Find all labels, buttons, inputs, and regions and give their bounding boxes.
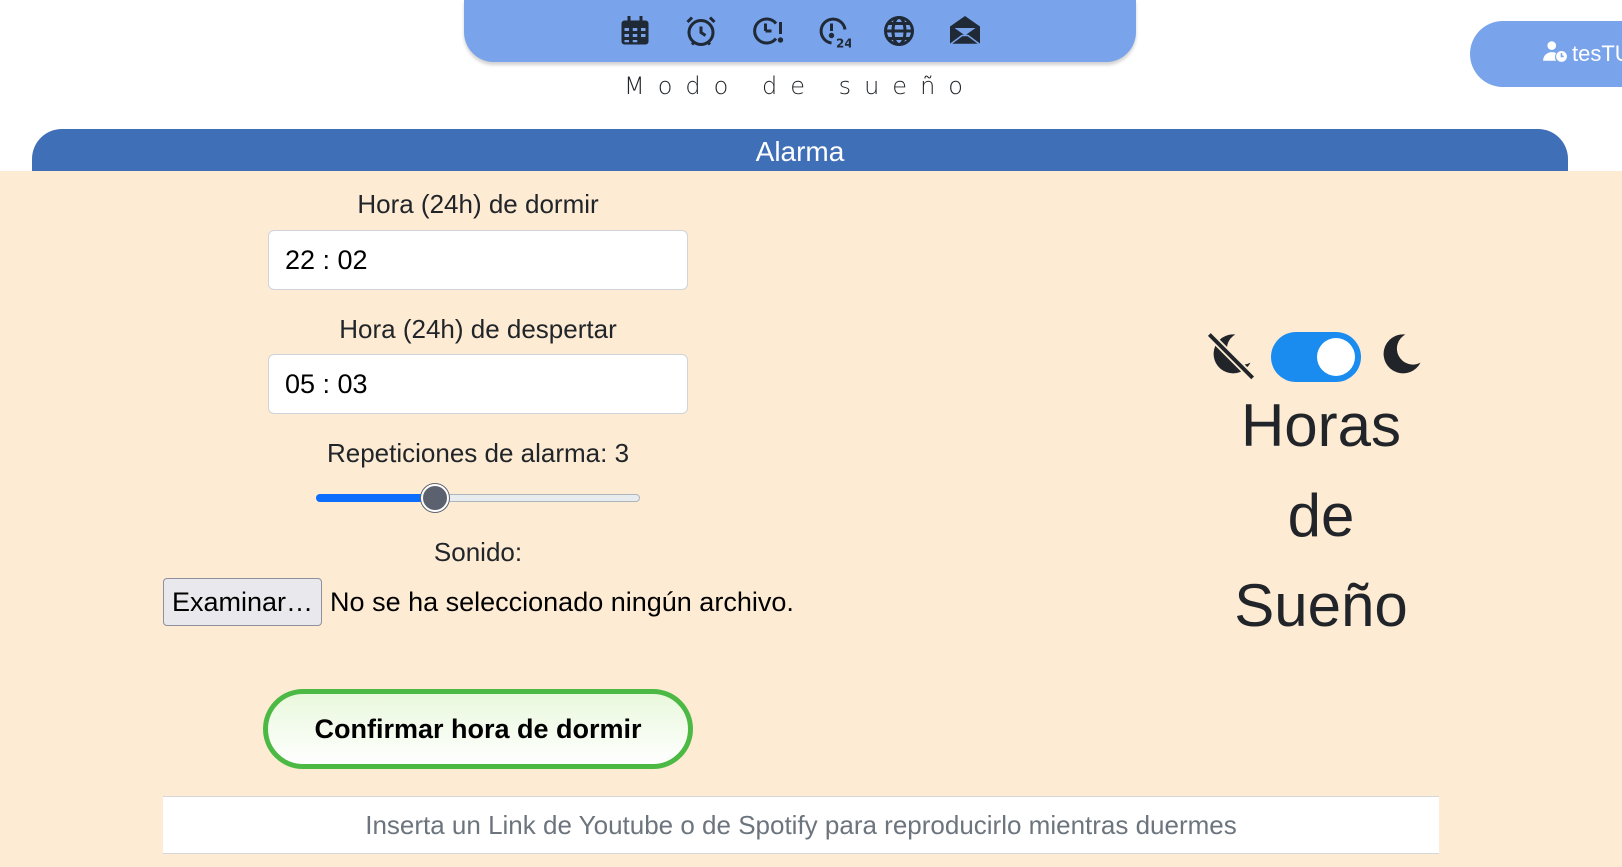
moon-icon <box>1375 328 1427 385</box>
wake-time-label: Hora (24h) de despertar <box>339 314 617 344</box>
sleep-mode-toggle-row <box>1205 328 1427 385</box>
sleep-hours-title-line2: de <box>1287 482 1355 549</box>
sleep-mode-toggle[interactable] <box>1271 331 1361 382</box>
clock-24-icon[interactable]: 24 <box>814 12 852 50</box>
section-header-alarma: Alarma <box>32 129 1568 171</box>
music-link-input[interactable]: Inserta un Link de Youtube o de Spotify … <box>163 796 1439 854</box>
sleep-time-label: Hora (24h) de dormir <box>357 189 599 219</box>
clock-alert-icon[interactable] <box>748 12 786 50</box>
browse-file-button[interactable]: Examinar… <box>163 578 323 626</box>
repetitions-slider-fill <box>316 494 436 502</box>
calendar-icon[interactable] <box>616 12 654 50</box>
sound-file-picker: Examinar… No se ha seleccionado ningún a… <box>163 578 794 626</box>
user-name: tesTU <box>1572 41 1622 66</box>
confirm-sleep-time-button[interactable]: Confirmar hora de dormir <box>263 689 693 769</box>
globe-icon[interactable] <box>880 12 918 50</box>
repetitions-label: Repeticiones de alarma: 3 <box>326 438 630 468</box>
user-clock-icon <box>1542 38 1572 70</box>
alarm-panel: Hora (24h) de dormir 22 : 02 Hora (24h) … <box>0 171 1622 867</box>
sleep-time-input[interactable]: 22 : 02 <box>268 230 688 290</box>
sleep-hours-title-line1: Horas <box>1240 392 1402 459</box>
repetitions-slider-thumb[interactable] <box>421 484 450 512</box>
svg-text:24: 24 <box>836 37 851 50</box>
sleep-hours-title-line3: Sueño <box>1234 572 1408 639</box>
sleep-hours-title: Horas de Sueño <box>1198 381 1444 651</box>
sound-label: Sonido: <box>433 537 523 567</box>
envelope-open-icon[interactable] <box>946 12 984 50</box>
top-nav: 24 <box>464 0 1136 62</box>
toggle-knob <box>1317 337 1355 376</box>
moon-slash-icon <box>1205 328 1257 385</box>
wake-time-input[interactable]: 05 : 03 <box>268 354 688 414</box>
mode-title: Modo de sueño <box>624 72 976 100</box>
alarm-clock-icon[interactable] <box>682 12 720 50</box>
file-status-text: No se ha seleccionado ningún archivo. <box>330 586 794 617</box>
